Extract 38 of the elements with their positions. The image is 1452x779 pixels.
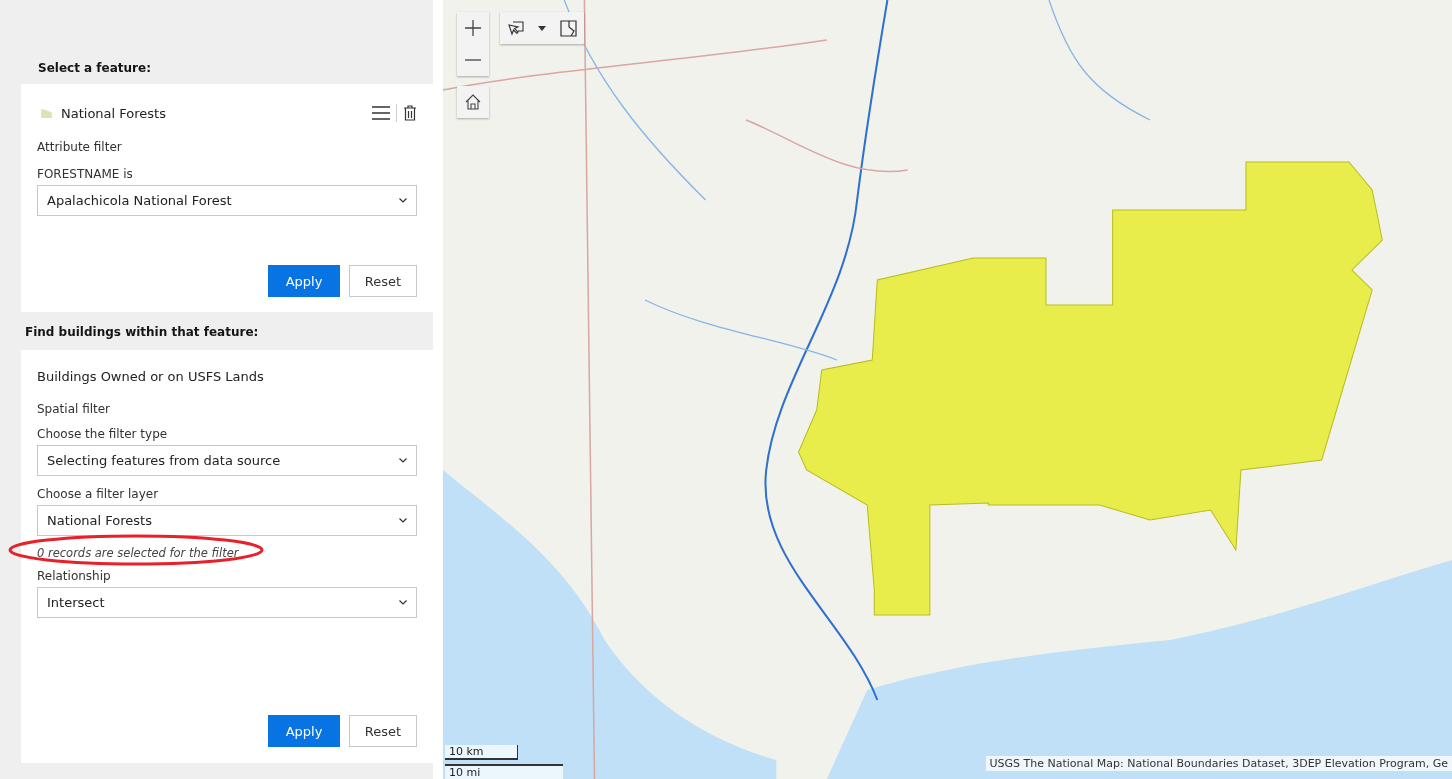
attribution-text: USGS The National Map: National Boundaries Dataset, 3DEP Elevation Program, Ge bbox=[985, 756, 1452, 771]
apply-button[interactable]: Apply bbox=[268, 715, 340, 747]
field-label: FORESTNAME is bbox=[37, 167, 134, 181]
dropdown-field[interactable]: Intersect bbox=[37, 587, 417, 618]
home-button[interactable] bbox=[457, 86, 489, 118]
section-heading: Find buildings within that feature: bbox=[24, 324, 260, 341]
plus-icon bbox=[465, 20, 481, 36]
zoom-in-button[interactable] bbox=[457, 12, 489, 44]
select-cursor-icon[interactable] bbox=[506, 19, 525, 37]
scale-bar: 10 mi bbox=[445, 764, 563, 779]
zoom-out-button[interactable] bbox=[457, 44, 489, 76]
field-label: Choose the filter type bbox=[37, 427, 169, 441]
section-heading: Select a feature: bbox=[37, 60, 152, 77]
chevron-down-icon bbox=[399, 600, 407, 605]
polygon-select-icon[interactable] bbox=[560, 19, 578, 37]
field-label: Choose a filter layer bbox=[37, 487, 160, 501]
reset-button[interactable]: Reset bbox=[349, 265, 417, 297]
chevron-down-icon bbox=[399, 458, 407, 463]
home-icon bbox=[465, 94, 481, 110]
trash-icon[interactable] bbox=[403, 105, 417, 121]
layer-name: National Forests bbox=[61, 105, 166, 121]
filter-title: Attribute filter bbox=[37, 140, 123, 154]
polygon-icon bbox=[41, 108, 52, 118]
dropdown-field[interactable]: Selecting features from data source bbox=[37, 445, 417, 476]
layer-name: Buildings Owned or on USFS Lands bbox=[37, 368, 265, 384]
selection-note: 0 records are selected for the filter bbox=[37, 546, 239, 560]
dropdown-field[interactable]: National Forests bbox=[37, 505, 417, 536]
chevron-down-icon bbox=[399, 198, 407, 203]
dropdown-field[interactable]: Apalachicola National Forest bbox=[37, 185, 417, 216]
filter-title: Spatial filter bbox=[37, 402, 112, 416]
scale-bar: 10 km bbox=[445, 745, 518, 760]
minus-icon bbox=[465, 59, 481, 61]
menu-icon[interactable] bbox=[372, 106, 390, 120]
dropdown-caret-icon[interactable] bbox=[538, 25, 547, 31]
chevron-down-icon bbox=[399, 518, 407, 523]
reset-button[interactable]: Reset bbox=[349, 715, 417, 747]
field-label: Relationship bbox=[37, 569, 112, 583]
apply-button[interactable]: Apply bbox=[268, 265, 340, 297]
